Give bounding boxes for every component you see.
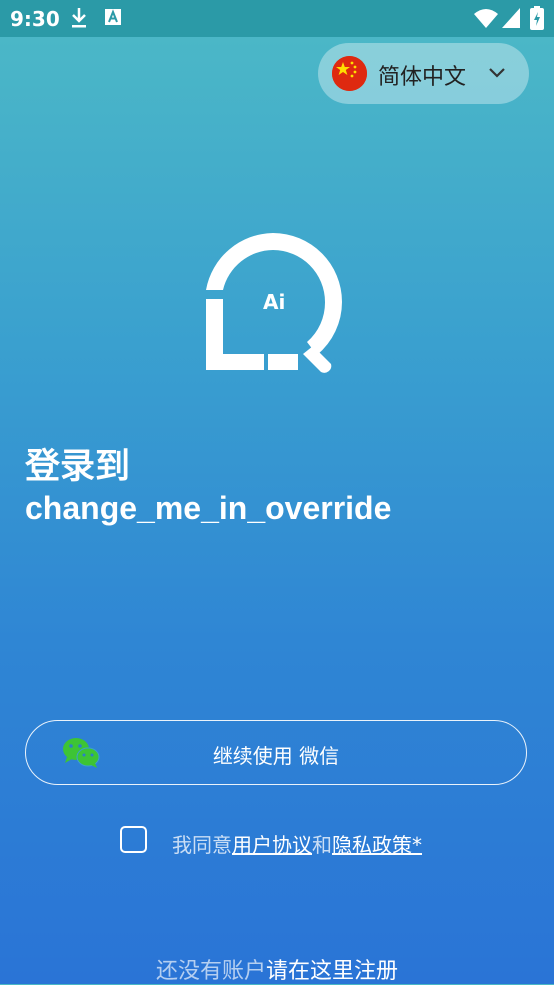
status-time: 9:30	[10, 7, 60, 31]
agreement-prefix: 我同意	[172, 833, 232, 857]
status-bar: 9:30	[0, 0, 554, 37]
chevron-down-icon	[489, 68, 505, 78]
signal-icon	[502, 8, 520, 28]
agreement-checkbox[interactable]	[120, 826, 147, 853]
register-link[interactable]: 请在这里注册	[266, 959, 398, 984]
register-prompt: 还没有账户	[155, 959, 266, 984]
agreement-text: 我同意用户协议和隐私政策*	[172, 829, 422, 858]
agreement-and: 和	[312, 833, 332, 857]
continue-wechat-label: 继续使用 微信	[212, 744, 340, 768]
login-screen: 9:30 简体中文 Ai 登录到 change_me_in_override 继…	[0, 0, 554, 984]
download-icon	[72, 8, 86, 28]
wifi-icon	[474, 9, 498, 28]
continue-wechat-button[interactable]: 继续使用 微信	[25, 720, 527, 785]
page-title: 登录到	[25, 447, 131, 487]
app-name: change_me_in_override	[25, 490, 392, 526]
privacy-link[interactable]: 隐私政策*	[332, 833, 422, 857]
language-selector[interactable]: 简体中文	[318, 43, 529, 104]
battery-icon	[530, 6, 544, 30]
text-a-icon	[105, 9, 121, 25]
language-label: 简体中文	[378, 65, 467, 90]
terms-link[interactable]: 用户协议	[232, 833, 312, 857]
app-logo: Ai	[206, 233, 342, 373]
china-flag-icon	[332, 56, 367, 91]
logo-text: Ai	[263, 290, 285, 314]
register-row: 还没有账户请在这里注册	[0, 953, 554, 985]
